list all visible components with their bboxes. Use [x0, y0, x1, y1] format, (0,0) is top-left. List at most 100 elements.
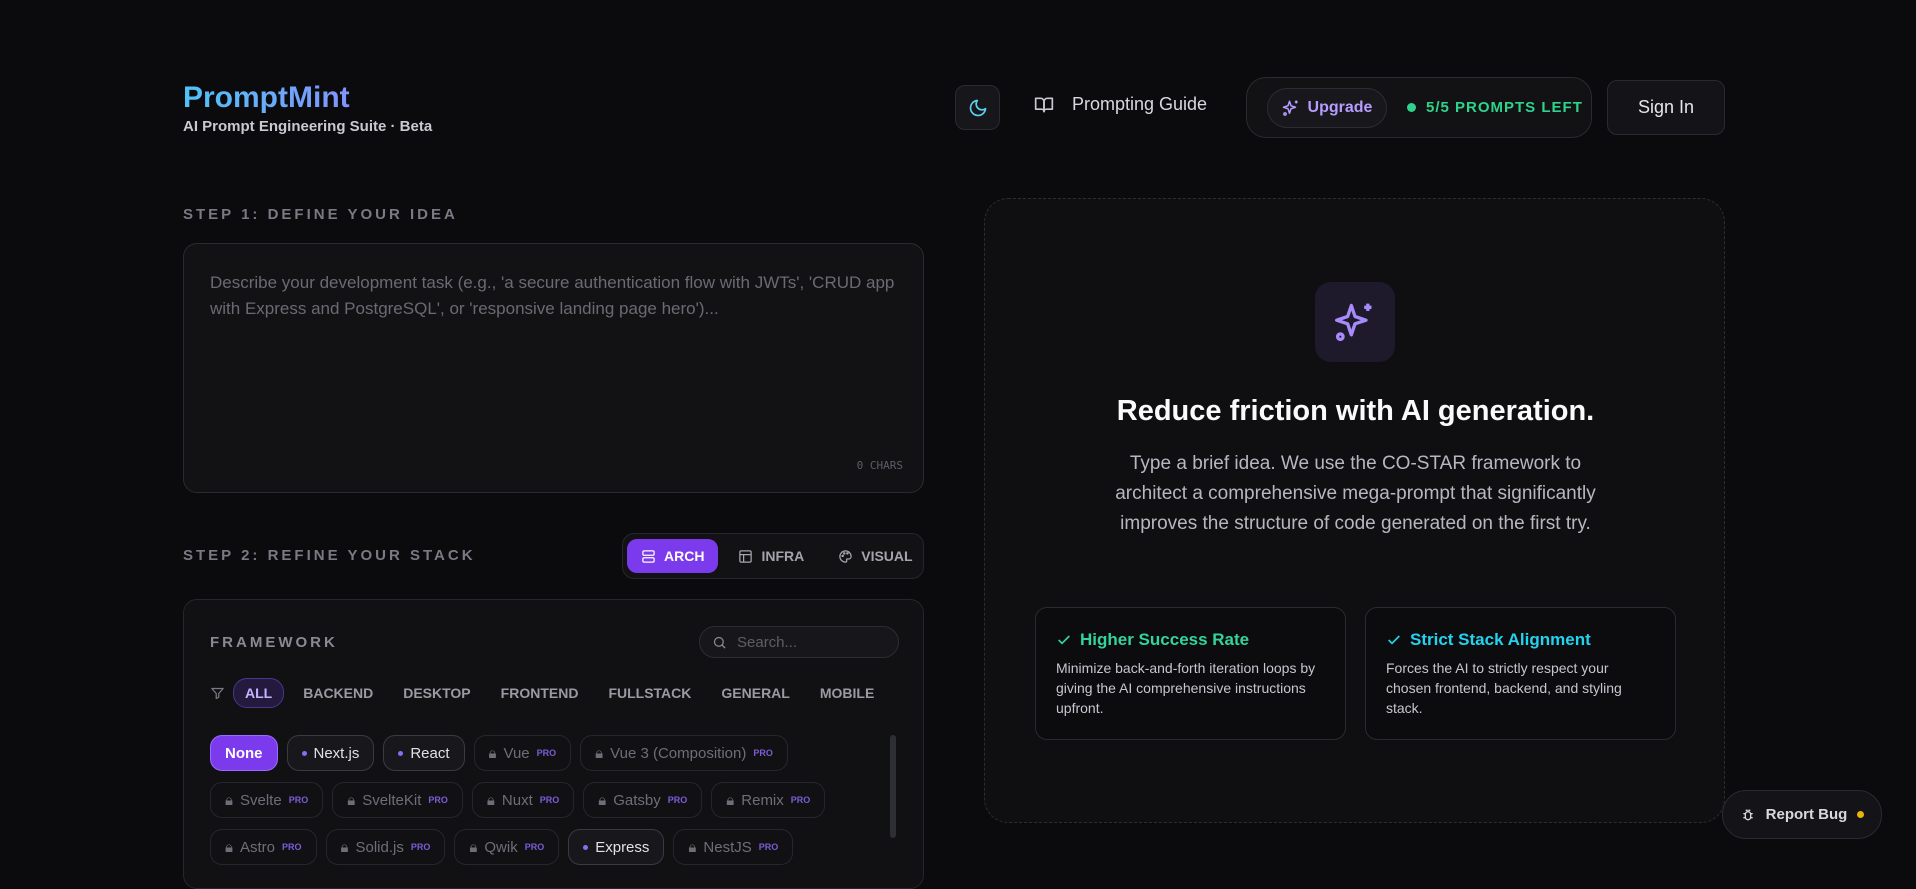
char-count: 0 CHARS: [856, 459, 903, 472]
chip-nextjs[interactable]: Next.js: [286, 735, 375, 771]
theme-toggle-button[interactable]: [955, 85, 1000, 130]
framework-panel: FRAMEWORK Search... ALL BACKEND DESKTOP …: [183, 599, 924, 889]
chip-react[interactable]: React: [383, 735, 465, 771]
card-title: Strict Stack Alignment: [1386, 630, 1655, 650]
lock-icon: 🔒︎: [486, 791, 495, 809]
chip-label: Express: [595, 838, 650, 856]
framework-search-input[interactable]: Search...: [699, 626, 899, 658]
chip-label: Next.js: [313, 744, 360, 762]
chip-astro[interactable]: 🔒︎ Astro PRO: [210, 829, 317, 865]
step2-label: STEP 2: REFINE YOUR STACK: [183, 547, 476, 564]
book-icon: [1034, 97, 1054, 112]
card-body: Forces the AI to strictly respect your c…: [1386, 660, 1622, 716]
check-icon: [1058, 635, 1070, 645]
tab-visual[interactable]: VISUAL: [824, 539, 926, 573]
lock-icon: 🔒︎: [225, 791, 233, 809]
chip-solid[interactable]: 🔒︎ Solid.js PRO: [325, 829, 446, 865]
chip-label: Solid.js: [355, 838, 404, 856]
sign-in-button[interactable]: Sign In: [1607, 80, 1725, 135]
upgrade-label: Upgrade: [1307, 98, 1373, 116]
idea-placeholder: Describe your development task (e.g., 'a…: [210, 273, 895, 318]
chip-label: React: [410, 744, 450, 762]
tab-infra[interactable]: INFRA: [724, 539, 818, 573]
filter-all[interactable]: ALL: [233, 678, 285, 708]
chip-remix[interactable]: 🔒︎ Remix PRO: [711, 782, 826, 818]
upgrade-button[interactable]: Upgrade: [1267, 87, 1387, 128]
filter-mobile[interactable]: MOBILE: [809, 679, 885, 707]
filter-frontend[interactable]: FRONTEND: [490, 679, 590, 707]
bug-icon: [1742, 808, 1753, 820]
filter-general[interactable]: GENERAL: [710, 679, 800, 707]
chip-label: Qwik: [484, 838, 518, 856]
chip-gatsby[interactable]: 🔒︎ Gatsby PRO: [583, 782, 703, 818]
chip-nestjs[interactable]: 🔒︎ NestJS PRO: [673, 829, 794, 865]
pro-badge: PRO: [288, 795, 309, 805]
pro-badge: PRO: [282, 842, 302, 852]
chip-none[interactable]: None: [210, 735, 278, 771]
chip-express[interactable]: Express: [568, 829, 665, 865]
card-title-text: Higher Success Rate: [1080, 630, 1250, 649]
framework-label: FRAMEWORK: [210, 634, 338, 651]
idea-textarea[interactable]: Describe your development task (e.g., 'a…: [183, 243, 924, 493]
bullet-icon: [398, 750, 404, 756]
pro-badge: PRO: [790, 795, 811, 805]
prompts-left-label: 5/5 PROMPTS LEFT: [1426, 99, 1583, 116]
search-placeholder: Search...: [737, 633, 798, 651]
lock-icon: 🔒︎: [598, 791, 607, 809]
search-icon: [713, 636, 726, 649]
filter-desktop[interactable]: DESKTOP: [392, 679, 481, 707]
pro-badge: PRO: [524, 842, 545, 852]
sparkles-icon: [1335, 303, 1372, 342]
report-bug-label: Report Bug: [1765, 806, 1848, 823]
empty-state-panel: Reduce friction with AI generation. Type…: [984, 198, 1725, 823]
chip-label: NestJS: [703, 838, 752, 856]
hero-icon-box: [1315, 282, 1395, 362]
brand-subtitle: AI Prompt Engineering Suite · Beta: [183, 118, 433, 135]
lock-icon: 🔒︎: [726, 791, 735, 809]
chip-label: Gatsby: [613, 791, 661, 809]
filter-backend[interactable]: BACKEND: [292, 679, 384, 707]
stack-tabs: ARCH INFRA VISUAL: [622, 533, 924, 579]
filter-fullstack[interactable]: FULLSTACK: [597, 679, 702, 707]
feature-card-alignment: Strict Stack Alignment Forces the AI to …: [1365, 607, 1676, 740]
hero-description: Type a brief idea. We use the CO-STAR fr…: [1115, 453, 1596, 534]
tab-infra-label: INFRA: [761, 548, 805, 564]
status-dot: [1407, 103, 1416, 112]
chips-scrollbar[interactable]: [890, 735, 896, 838]
lock-icon: 🔒︎: [595, 744, 604, 762]
hero-title: Reduce friction with AI generation.: [1116, 395, 1595, 427]
pro-badge: PRO: [539, 795, 560, 805]
pro-badge: PRO: [536, 748, 557, 758]
prompting-guide-label: Prompting Guide: [1072, 94, 1208, 114]
pro-badge: PRO: [428, 795, 448, 805]
prompting-guide-link[interactable]: Prompting Guide: [1034, 94, 1207, 115]
pro-badge: PRO: [410, 842, 431, 852]
tab-visual-label: VISUAL: [861, 548, 913, 564]
tab-arch-label: ARCH: [664, 548, 705, 564]
lock-icon: 🔒︎: [469, 838, 478, 856]
chip-label: SvelteKit: [362, 791, 422, 809]
card-title-text: Strict Stack Alignment: [1410, 630, 1591, 649]
brand-title: PromptMint: [183, 80, 432, 116]
filter-icon: [211, 687, 224, 699]
palette-icon: [839, 549, 852, 563]
pro-badge: PRO: [758, 842, 779, 852]
chip-svelte[interactable]: 🔒︎ Svelte PRO: [210, 782, 324, 818]
chip-label: Vue: [503, 744, 530, 762]
moon-icon: [969, 99, 986, 116]
tab-arch[interactable]: ARCH: [627, 539, 719, 573]
chip-label: Svelte: [239, 791, 282, 809]
lock-icon: 🔒︎: [688, 838, 697, 856]
report-bug-button[interactable]: Report Bug: [1722, 790, 1882, 839]
server-icon: [642, 549, 655, 563]
chip-sveltekit[interactable]: 🔒︎ SvelteKit PRO: [332, 782, 463, 818]
layout-icon: [739, 549, 753, 563]
chip-vue[interactable]: 🔒︎ Vue PRO: [473, 735, 572, 771]
lock-icon: 🔒︎: [225, 838, 233, 856]
chip-label: Nuxt: [501, 791, 533, 809]
chip-vue3[interactable]: 🔒︎ Vue 3 (Composition) PRO: [580, 735, 788, 771]
chip-qwik[interactable]: 🔒︎ Qwik PRO: [454, 829, 560, 865]
chip-label: Astro: [239, 838, 275, 856]
chip-nuxt[interactable]: 🔒︎ Nuxt PRO: [471, 782, 575, 818]
card-title: Higher Success Rate: [1056, 630, 1325, 650]
